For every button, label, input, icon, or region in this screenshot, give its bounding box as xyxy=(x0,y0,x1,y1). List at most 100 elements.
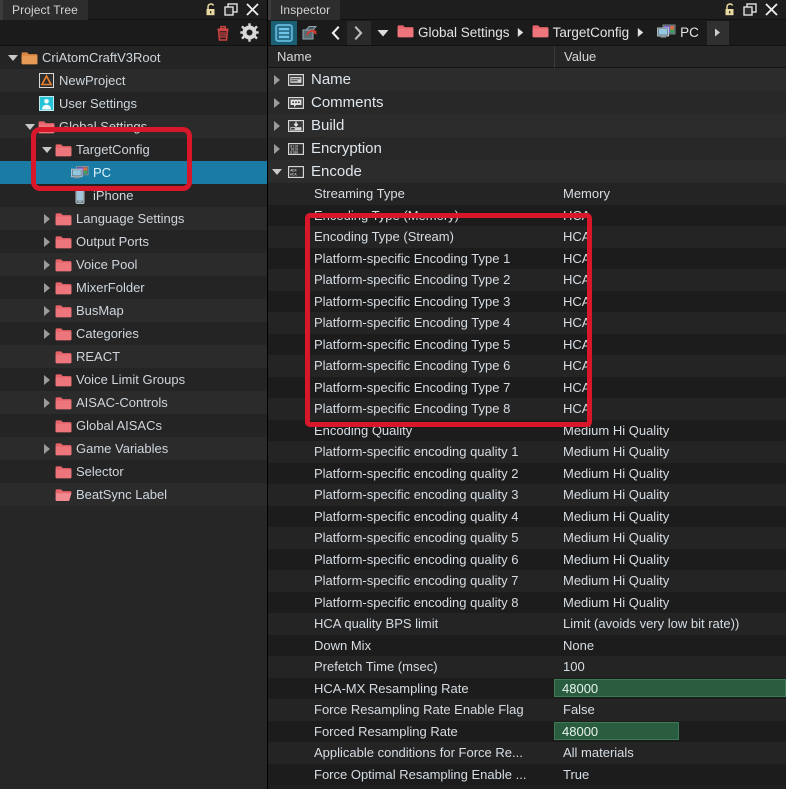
inspector-row-hca-mx-resampling-rate[interactable]: HCA-MX Resampling Rate 48000 xyxy=(268,677,786,699)
tree-item-pc[interactable]: PC xyxy=(0,161,267,184)
inspector-row-platform-specific-encoding-quality-8[interactable]: Platform-specific encoding quality 8 Medi… xyxy=(268,591,786,613)
inspector-row-force-optimal-resampling-enable[interactable]: Force Optimal Resampling Enable ... True xyxy=(268,763,786,785)
close-icon[interactable] xyxy=(245,2,260,17)
chevron-right-icon[interactable] xyxy=(268,143,286,154)
inspector-row-platform-specific-encoding-type-8[interactable]: Platform-specific Encoding Type 8 HCA xyxy=(268,398,786,420)
chevron-right-icon[interactable] xyxy=(40,328,54,339)
inspector-row-forced-resampling-rate[interactable]: Forced Resampling Rate 48000 xyxy=(268,720,786,742)
inspector-property-list[interactable]: Name Comments Build 0110 1010 0100 Encryption A… xyxy=(268,68,786,789)
column-header-name[interactable]: Name xyxy=(268,49,554,64)
tree-item-voice-limit-groups[interactable]: Voice Limit Groups xyxy=(0,368,267,391)
inspector-group-name[interactable]: Name xyxy=(268,68,786,91)
chevron-right-icon[interactable] xyxy=(40,282,54,293)
tree-item-voice-pool[interactable]: Voice Pool xyxy=(0,253,267,276)
chevron-right-icon[interactable] xyxy=(40,213,54,224)
property-value-cell[interactable]: Limit (avoids very low bit rate)) xyxy=(554,616,786,631)
chevron-down-icon[interactable] xyxy=(23,123,37,130)
property-value-cell[interactable]: 48000 xyxy=(554,679,786,698)
property-value-cell[interactable]: 48000 xyxy=(554,722,786,741)
tree-item-targetconfig[interactable]: TargetConfig xyxy=(0,138,267,161)
tree-item-iphone[interactable]: iPhone xyxy=(0,184,267,207)
chevron-right-icon[interactable] xyxy=(40,259,54,270)
inspector-row-platform-specific-encoding-type-7[interactable]: Platform-specific Encoding Type 7 HCA xyxy=(268,376,786,398)
tree-item-newproject[interactable]: NewProject xyxy=(0,69,267,92)
project-tree-tab[interactable]: Project Tree xyxy=(0,0,88,20)
inspector-row-prefetch-time-msec[interactable]: Prefetch Time (msec) 100 xyxy=(268,656,786,678)
property-value-cell[interactable]: Medium Hi Quality xyxy=(554,595,786,610)
property-value-cell[interactable]: HCA xyxy=(554,401,786,416)
property-value-cell[interactable]: Memory xyxy=(554,186,786,201)
inspector-row-platform-specific-encoding-type-1[interactable]: Platform-specific Encoding Type 1 HCA xyxy=(268,247,786,269)
inspector-row-streaming-type[interactable]: Streaming Type Memory xyxy=(268,183,786,205)
property-value-cell[interactable]: HCA xyxy=(554,208,786,223)
chevron-right-icon[interactable] xyxy=(40,305,54,316)
property-value-cell[interactable]: HCA xyxy=(554,229,786,244)
property-value-cell[interactable]: HCA xyxy=(554,251,786,266)
tree-item-output-ports[interactable]: Output Ports xyxy=(0,230,267,253)
tree-item-criatomcraftv3root[interactable]: CriAtomCraftV3Root xyxy=(0,46,267,69)
property-value-cell[interactable]: Medium Hi Quality xyxy=(554,552,786,567)
tree-item-global-aisacs[interactable]: Global AISACs xyxy=(0,414,267,437)
property-value-cell[interactable]: Medium Hi Quality xyxy=(554,573,786,588)
property-value-cell[interactable]: False xyxy=(554,702,786,717)
inspector-row-encoding-type-stream[interactable]: Encoding Type (Stream) HCA xyxy=(268,226,786,248)
inspector-row-platform-specific-encoding-type-2[interactable]: Platform-specific Encoding Type 2 HCA xyxy=(268,269,786,291)
inspector-row-platform-specific-encoding-quality-7[interactable]: Platform-specific encoding quality 7 Medi… xyxy=(268,570,786,592)
tree-item-aisac-controls[interactable]: AISAC-Controls xyxy=(0,391,267,414)
chevron-down-icon[interactable] xyxy=(6,54,20,61)
inspector-row-force-resampling-rate-enable-flag[interactable]: Force Resampling Rate Enable Flag False xyxy=(268,699,786,721)
close-icon[interactable] xyxy=(764,2,779,17)
inspector-row-platform-specific-encoding-quality-1[interactable]: Platform-specific encoding quality 1 Medi… xyxy=(268,441,786,463)
property-value-cell[interactable]: HCA xyxy=(554,337,786,352)
inspector-group-comments[interactable]: Comments xyxy=(268,91,786,114)
chevron-right-icon[interactable] xyxy=(40,443,54,454)
inspector-tab[interactable]: Inspector xyxy=(268,0,341,20)
inspector-group-build[interactable]: Build xyxy=(268,114,786,137)
back-to-object-icon[interactable] xyxy=(297,21,323,45)
tree-item-selector[interactable]: Selector xyxy=(0,460,267,483)
inspector-row-platform-specific-encoding-quality-5[interactable]: Platform-specific encoding quality 5 Medi… xyxy=(268,527,786,549)
list-view-icon[interactable] xyxy=(271,20,297,45)
column-header-value[interactable]: Value xyxy=(554,45,786,68)
property-value-cell[interactable]: HCA xyxy=(554,294,786,309)
property-value-cell[interactable]: Medium Hi Quality xyxy=(554,509,786,524)
tree-item-beatsync-label[interactable]: BeatSync Label xyxy=(0,483,267,506)
delete-icon[interactable] xyxy=(214,24,232,42)
nav-forward-button[interactable] xyxy=(347,20,371,45)
inspector-row-encoding-type-memory[interactable]: Encoding Type (Memory) HCA xyxy=(268,204,786,226)
breadcrumb-overflow-button[interactable] xyxy=(706,20,729,45)
chevron-right-icon[interactable] xyxy=(268,120,286,131)
chevron-right-icon[interactable] xyxy=(268,74,286,85)
property-value-cell[interactable]: HCA xyxy=(554,380,786,395)
property-value-cell[interactable]: Medium Hi Quality xyxy=(554,444,786,459)
inspector-row-platform-specific-encoding-quality-4[interactable]: Platform-specific encoding quality 4 Medi… xyxy=(268,505,786,527)
property-value-cell[interactable]: HCA xyxy=(554,272,786,287)
inspector-group-encode[interactable]: ADX HCA Encode xyxy=(268,160,786,183)
property-value-cell[interactable]: 100 xyxy=(554,659,786,674)
property-value-cell[interactable]: True xyxy=(554,767,786,782)
inspector-row-platform-specific-encoding-quality-2[interactable]: Platform-specific encoding quality 2 Medi… xyxy=(268,462,786,484)
chevron-right-icon[interactable] xyxy=(40,374,54,385)
chevron-right-icon[interactable] xyxy=(40,397,54,408)
inspector-row-platform-specific-encoding-type-3[interactable]: Platform-specific Encoding Type 3 HCA xyxy=(268,290,786,312)
nav-history-dropdown[interactable] xyxy=(371,21,395,45)
tree-item-busmap[interactable]: BusMap xyxy=(0,299,267,322)
unlock-icon[interactable] xyxy=(724,3,736,16)
chevron-down-icon[interactable] xyxy=(268,168,286,175)
property-value-cell[interactable]: Medium Hi Quality xyxy=(554,487,786,502)
tree-item-user-settings[interactable]: User Settings xyxy=(0,92,267,115)
restore-icon[interactable] xyxy=(743,3,757,16)
inspector-row-applicable-conditions-for-force-re[interactable]: Applicable conditions for Force Re... All… xyxy=(268,742,786,764)
tree-item-categories[interactable]: Categories xyxy=(0,322,267,345)
inspector-row-down-mix[interactable]: Down Mix None xyxy=(268,634,786,656)
unlock-icon[interactable] xyxy=(205,3,217,16)
tree-item-mixerfolder[interactable]: MixerFolder xyxy=(0,276,267,299)
chevron-right-icon[interactable] xyxy=(40,236,54,247)
tree-item-language-settings[interactable]: Language Settings xyxy=(0,207,267,230)
property-value-cell[interactable]: Medium Hi Quality xyxy=(554,530,786,545)
property-value-cell[interactable]: HCA xyxy=(554,358,786,373)
gear-icon[interactable] xyxy=(240,23,259,42)
inspector-group-encryption[interactable]: 0110 1010 0100 Encryption xyxy=(268,137,786,160)
inspector-row-platform-specific-encoding-type-5[interactable]: Platform-specific Encoding Type 5 HCA xyxy=(268,333,786,355)
chevron-right-icon[interactable] xyxy=(268,97,286,108)
